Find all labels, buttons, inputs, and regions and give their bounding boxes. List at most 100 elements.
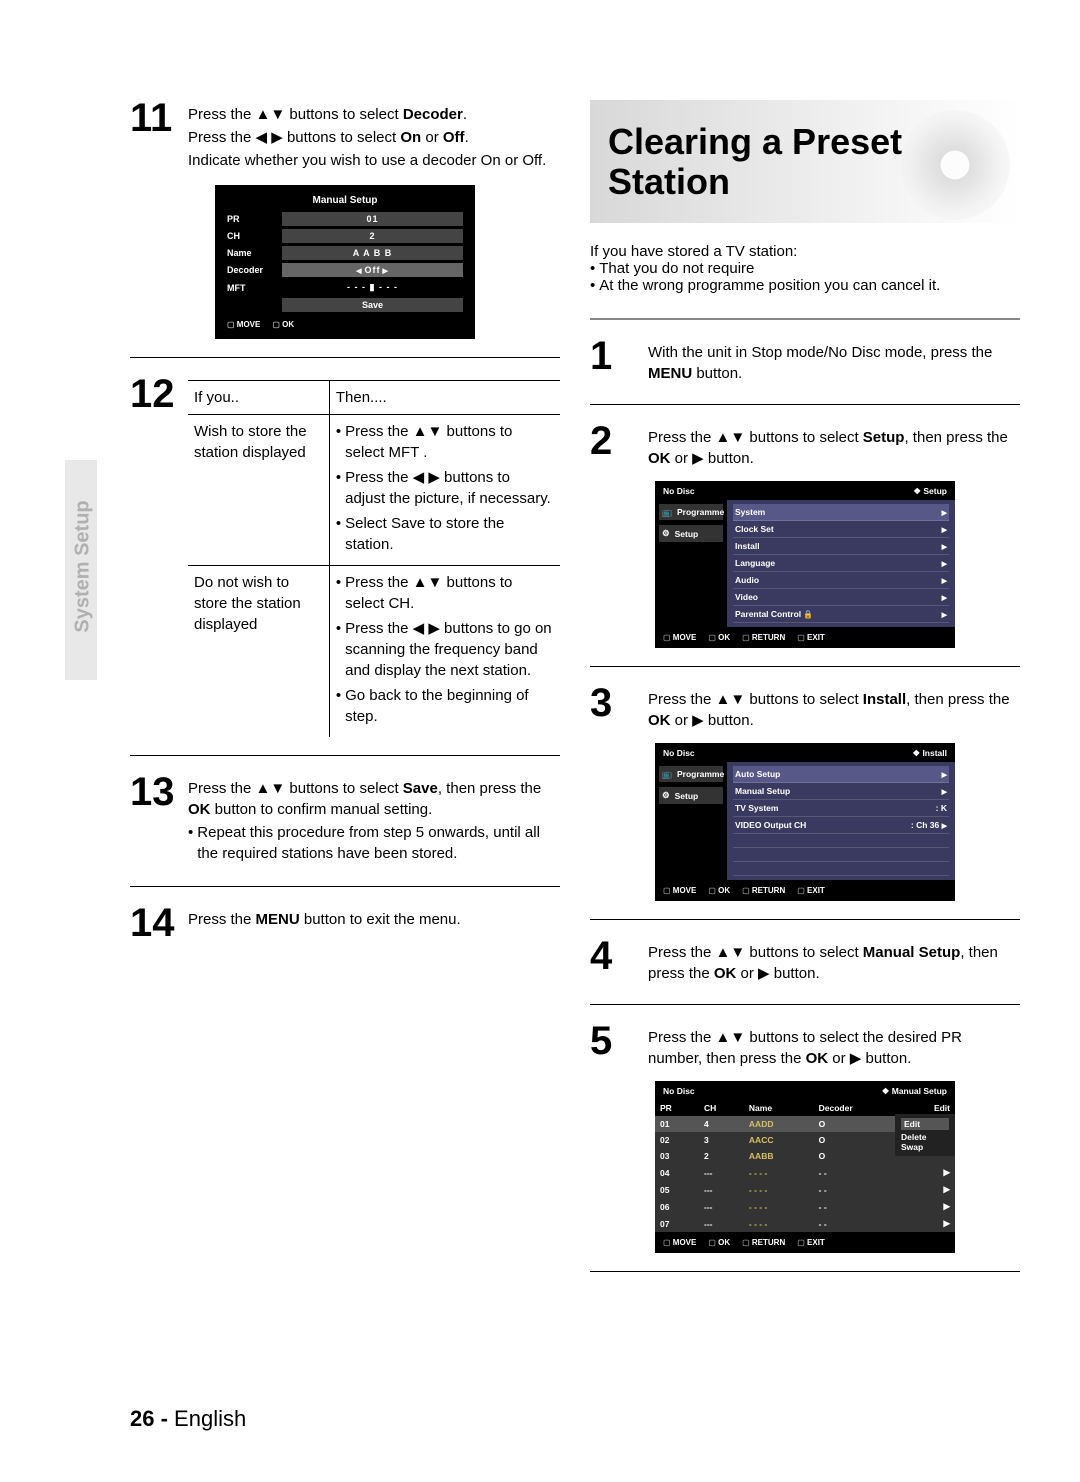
menu-item: VIDEO Output CH: [735, 820, 806, 830]
t: or ▶ button.: [671, 712, 754, 729]
cell: ---: [699, 1164, 744, 1181]
step-2: 2 Press the ▲▼ buttons to select Setup, …: [590, 423, 1020, 471]
t: Manual Setup: [863, 944, 961, 961]
page: 11 Press the ▲▼ buttons to select Decode…: [0, 0, 1080, 1482]
t: Press the: [188, 911, 256, 928]
step-4: 4 Press the ▲▼ buttons to select Manual …: [590, 938, 1020, 986]
cell: O: [814, 1148, 903, 1164]
menu-item: Auto Setup: [735, 769, 780, 779]
osd-value-selected: Off: [282, 263, 463, 277]
th: Decoder: [814, 1100, 903, 1116]
t: button to exit the menu.: [300, 911, 461, 928]
menu-item: Install: [735, 541, 760, 551]
t: OK: [188, 801, 211, 818]
separator: [590, 318, 1020, 320]
t: button to confirm manual setting.: [211, 801, 433, 818]
cell: 06: [655, 1198, 699, 1215]
step-number: 14: [130, 905, 178, 941]
t: On: [400, 129, 421, 146]
tv-icon: [662, 769, 674, 779]
t: Setup: [863, 429, 905, 446]
separator: [130, 755, 560, 756]
popup-swap: Swap: [901, 1142, 949, 1152]
t: MOVE: [663, 886, 696, 895]
t: MOVE: [663, 1238, 696, 1247]
cell: O: [814, 1132, 903, 1148]
t: or ▶ button.: [671, 450, 754, 467]
popup-edit: Edit: [901, 1118, 949, 1130]
cell: ---: [699, 1198, 744, 1215]
cell: 2: [699, 1148, 744, 1164]
cell: Wish to store the station displayed: [188, 415, 329, 566]
t: : Ch 36: [911, 820, 939, 830]
cell: ▶: [902, 1198, 955, 1215]
t: Press the ▲▼ buttons to select CH.: [345, 572, 554, 614]
t: Save: [403, 780, 438, 797]
t: OK: [708, 1238, 730, 1247]
t: , then press the: [438, 780, 541, 797]
menu-item: Clock Set: [735, 524, 774, 534]
osd-value: A A B B: [282, 246, 463, 260]
chevron-right-icon: [942, 769, 947, 779]
osd-value: 01: [282, 212, 463, 226]
separator: [590, 666, 1020, 667]
osd-label: CH: [227, 231, 282, 241]
step-number: 5: [590, 1023, 638, 1071]
osd-label: Name: [227, 248, 282, 258]
page-number: 26 -: [130, 1406, 168, 1431]
t: Setup: [675, 529, 699, 539]
updown-icon: ▲▼: [256, 106, 286, 123]
step-body: Press the ▲▼ buttons to select Setup, th…: [648, 423, 1020, 471]
t: Setup: [675, 791, 699, 801]
cell: ---: [699, 1215, 744, 1232]
step-body: Press the ▲▼ buttons to select Install, …: [648, 685, 1020, 733]
osd-nodisc: No Disc: [663, 748, 695, 759]
t: , then press the: [906, 691, 1009, 708]
separator: [130, 357, 560, 358]
leftright-icon: ◀ ▶: [256, 129, 283, 146]
t: buttons to select: [285, 106, 403, 123]
t: EXIT: [797, 1238, 825, 1247]
t: OK: [648, 450, 671, 467]
t: Indicate whether you wish to use a decod…: [188, 150, 546, 171]
t: .: [463, 106, 467, 123]
menu-item: TV System: [735, 803, 778, 813]
t: , then press the: [904, 429, 1007, 446]
t: Press the: [188, 106, 256, 123]
th-then: Then....: [329, 381, 560, 415]
cell: 4: [699, 1116, 744, 1132]
t: Decoder: [403, 106, 463, 123]
t: RETURN: [742, 886, 785, 895]
osd-setup: No Disc Setup Programme Setup System Clo…: [655, 481, 955, 648]
step-1: 1 With the unit in Stop mode/No Disc mod…: [590, 338, 1020, 386]
t: Press the ▲▼ buttons to select: [188, 780, 403, 797]
t: Press the ▲▼ buttons to select MFT .: [345, 421, 554, 463]
t: OK: [708, 886, 730, 895]
t: RETURN: [742, 1238, 785, 1247]
t: That you do not require: [599, 260, 754, 277]
chevron-right-icon: [942, 575, 947, 585]
side-tab: System Setup: [65, 460, 97, 680]
t: button.: [692, 365, 742, 382]
step-body: Press the ▲▼ buttons to select Decoder. …: [188, 100, 546, 173]
chevron-right-icon: [942, 558, 947, 568]
t: OK: [806, 1050, 829, 1067]
cell: O: [814, 1116, 903, 1132]
cell: - -: [814, 1181, 903, 1198]
t: or ▶ button.: [828, 1050, 911, 1067]
cell: ---: [699, 1181, 744, 1198]
cell: - - - -: [744, 1181, 814, 1198]
if-then-table: If you.. Then.... Wish to store the stat…: [188, 380, 560, 737]
t: OK: [648, 712, 671, 729]
separator: [130, 886, 560, 887]
step-3: 3 Press the ▲▼ buttons to select Install…: [590, 685, 1020, 733]
lock-icon: [801, 609, 813, 619]
separator: [590, 919, 1020, 920]
cell: ▶: [902, 1164, 955, 1181]
cell: AABB: [744, 1148, 814, 1164]
intro: If you have stored a TV station:: [590, 243, 1020, 260]
cell: Do not wish to store the station display…: [188, 566, 329, 738]
t: buttons to select: [283, 129, 401, 146]
cell: 04: [655, 1164, 699, 1181]
t: Press the ◀ ▶ buttons to go on scanning …: [345, 618, 554, 681]
